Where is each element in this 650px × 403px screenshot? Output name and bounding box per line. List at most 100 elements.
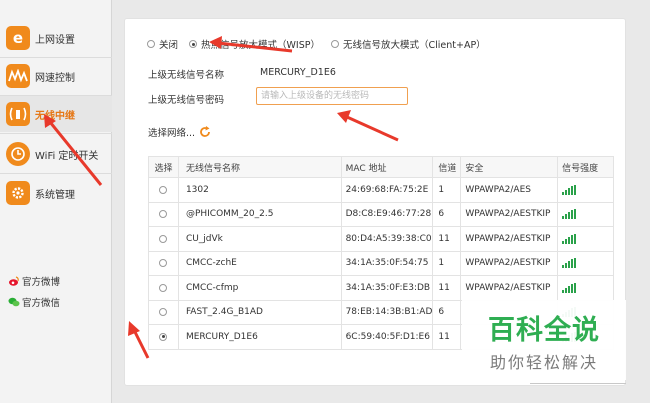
signal-strength-icon [562,233,577,244]
weibo-label: 官方微博 [22,277,61,288]
column-header-security: 安全 [461,157,559,178]
channel-cell: 1 [433,178,462,203]
table-row[interactable]: CMCC-cfmp 34:1A:35:0F:E3:DB 11 WPAWPA2/AEST… [149,276,614,301]
radio-label: 热点信号放大模式（WISP） [201,40,320,51]
signal-cell [558,251,614,276]
ssid-cell: @PHICOMM_20_2.5 [178,202,342,227]
wechat-link[interactable]: 官方微信 [8,295,60,309]
mac-cell: 34:1A:35:0F:54:75 [341,251,434,276]
security-cell: WPAWPA2/AESTKIP [461,276,559,301]
clock-icon [6,142,30,166]
sidebar-item-label: 上网设置 [35,34,75,46]
radio-label: 无线信号放大模式（Client+AP） [342,40,486,51]
radio-indicator [147,40,155,48]
table-row[interactable]: CU_jdVk 80:D4:A5:39:38:C0 11 WPAWPA2/AESTKI… [149,227,614,252]
svg-text:e: e [13,29,23,47]
sidebar-item-speed-control[interactable]: 网速控制 [0,58,112,94]
select-cell [149,251,179,276]
security-cell: WPAWPA2/AESTKIP [461,251,559,276]
table-header-row: 选择 无线信号名称 MAC 地址 信道 安全 信号强度 [149,157,614,178]
speed-wave-icon [6,64,30,88]
ssid-cell: CU_jdVk [178,227,342,252]
ssid-cell: 1302 [178,178,342,203]
table-row[interactable]: @PHICOMM_20_2.5 D8:C8:E9:46:77:28 6 WPAWPA2… [149,202,614,227]
radio-indicator [330,40,339,48]
mode-client-ap-radio[interactable]: 无线信号放大模式（Client+AP） [330,37,486,51]
sidebar-item-system-management[interactable]: 系统管理 [0,175,112,211]
upstream-ssid-value: MERCURY_D1E6 [260,67,336,78]
security-cell: WPAWPA2/AESTKIP [461,227,559,252]
watermark-title: 百科全说 [488,314,600,346]
column-header-mac: MAC 地址 [341,157,434,178]
table-row[interactable]: CMCC-zchE 34:1A:35:0F:54:75 1 WPAWPA2/AESTK… [149,251,614,276]
signal-cell [558,276,614,301]
table-row[interactable]: 1302 24:69:68:FA:75:2E 1 WPAWPA2/AES [149,178,614,203]
security-cell: WPAWPA2/AESTKIP [461,202,559,227]
select-cell [149,178,179,203]
channel-cell: 11 [433,325,462,350]
sidebar-item-label: 系统管理 [35,189,75,201]
ssid-cell: MERCURY_D1E6 [178,325,342,350]
security-cell: WPAWPA2/AES [461,178,559,203]
scan-networks-label: 选择网络... [148,128,196,139]
channel-cell: 6 [433,300,462,325]
sidebar: e 上网设置 网速控制 无线中继 WiFi 定时开关 系统管理 官方微博 官方微 [0,0,112,403]
panel-footer [530,374,626,384]
internet-explorer-icon: e [6,26,30,50]
column-header-signal: 信号强度 [558,157,614,178]
mac-cell: 80:D4:A5:39:38:C0 [341,227,434,252]
ssid-cell: FAST_2.4G_B1AD [178,300,342,325]
sidebar-item-wireless-repeater[interactable]: 无线中继 [0,96,112,132]
column-header-channel: 信道 [433,157,462,178]
channel-cell: 11 [433,276,462,301]
network-select-radio[interactable] [159,308,168,317]
sidebar-item-wifi-timer[interactable]: WiFi 定时开关 [0,136,112,172]
select-cell [149,300,179,325]
repeater-mode-group: 关闭 热点信号放大模式（WISP） 无线信号放大模式（Client+AP） [147,37,497,51]
sidebar-item-label: WiFi 定时开关 [35,150,99,162]
sidebar-item-internet-settings[interactable]: e 上网设置 [0,20,112,56]
signal-strength-icon [562,258,577,269]
channel-cell: 6 [433,202,462,227]
mac-cell: 78:EB:14:3B:B1:AD [341,300,434,325]
gear-icon [6,181,30,205]
mac-cell: 6C:59:40:5F:D1:E6 [341,325,434,350]
upstream-password-input[interactable] [256,87,408,105]
signal-cell [558,178,614,203]
column-header-ssid: 无线信号名称 [178,157,342,178]
signal-cell [558,202,614,227]
select-cell [149,227,179,252]
ssid-cell: CMCC-zchE [178,251,342,276]
network-select-radio[interactable] [159,259,168,268]
network-select-radio[interactable] [159,283,168,292]
channel-cell: 11 [433,227,462,252]
column-header-select: 选择 [149,157,179,178]
mode-wisp-radio[interactable]: 热点信号放大模式（WISP） [189,37,320,51]
scan-networks-button[interactable]: 选择网络... [148,125,211,139]
signal-strength-icon [562,184,577,195]
network-select-radio[interactable] [159,332,168,341]
network-select-radio[interactable] [159,234,168,243]
mac-cell: D8:C8:E9:46:77:28 [341,202,434,227]
sidebar-item-label: 无线中继 [35,110,75,122]
mode-off-radio[interactable]: 关闭 [147,37,178,51]
wireless-repeater-icon [6,102,30,126]
radio-label: 关闭 [159,40,179,51]
channel-cell: 1 [433,251,462,276]
signal-strength-icon [562,282,577,293]
network-select-radio[interactable] [159,185,168,194]
refresh-icon[interactable] [199,126,211,138]
ssid-cell: CMCC-cfmp [178,276,342,301]
weibo-icon [9,276,19,286]
upstream-ssid-label: 上级无线信号名称 [148,70,225,81]
select-cell [149,276,179,301]
network-select-radio[interactable] [159,210,168,219]
wechat-icon [8,297,20,307]
signal-strength-icon [562,209,577,220]
radio-indicator [189,40,198,48]
signal-cell [558,227,614,252]
mac-cell: 34:1A:35:0F:E3:DB [341,276,434,301]
weibo-link[interactable]: 官方微博 [8,274,60,288]
watermark-subtitle: 助你轻松解决 [489,352,598,372]
select-cell [149,202,179,227]
